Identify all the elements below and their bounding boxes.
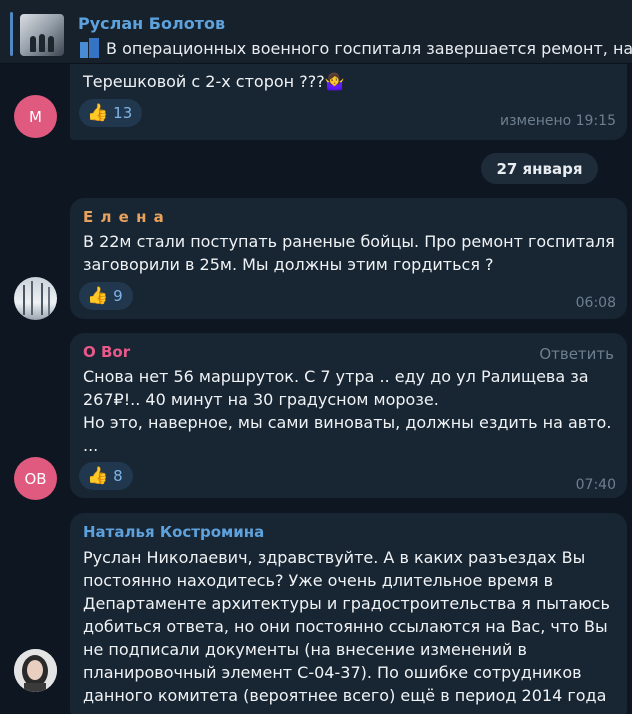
sender-name[interactable]: O Bor [83, 343, 130, 361]
message-time: изменено 19:15 [500, 113, 616, 129]
thumbs-up-icon: 👍 [87, 102, 109, 123]
message-text-line: В 22м стали поступать раненые бойцы. Про… [83, 232, 615, 251]
pinned-message-thumbnail [20, 14, 64, 56]
reaction-count: 13 [113, 104, 133, 122]
message-bubble[interactable]: Е л е н а В 22м стали поступать раненые … [70, 198, 627, 319]
reply-button[interactable]: Ответить [539, 345, 614, 363]
avatar[interactable]: OB [14, 457, 57, 500]
message-bubble[interactable]: Терешковой с 2-х сторон ???🤷‍♀️ 👍 13 изм… [70, 64, 627, 140]
message-text-line: Руслан Николаевич, здравствуйте. А в как… [83, 548, 586, 567]
user-photo-image [14, 649, 57, 692]
sender-name[interactable]: Е л е н а [83, 208, 165, 226]
message-text-line: данного комитета (вероятнее всего) ещё в… [83, 686, 607, 705]
reaction-button[interactable]: 👍 13 [79, 99, 143, 127]
message-time: 06:08 [575, 295, 616, 311]
office-building-icon [78, 38, 100, 58]
thumbs-up-icon: 👍 [87, 465, 109, 486]
sender-name[interactable]: Наталья Костромина [83, 523, 264, 541]
message-text-line: 267₽!.. 40 минут на 30 градусном морозе. [83, 390, 439, 409]
message-text-line: планировочный элемент С-04-37). По ошибк… [83, 663, 582, 682]
avatar-initials: OB [24, 469, 47, 488]
message-text-line: Но это, наверное, мы сами виноваты, долж… [83, 413, 612, 432]
reaction-count: 8 [113, 467, 123, 485]
avatar-initials: M [29, 107, 42, 126]
message-text-line: ... [83, 436, 99, 455]
pinned-preview-text: В операционных военного госпиталя заверш… [106, 39, 632, 58]
message-time: 07:40 [575, 477, 616, 493]
snowy-forest-image [23, 281, 50, 315]
reaction-button[interactable]: 👍 8 [79, 462, 133, 490]
message-bubble[interactable]: O Bor Ответить Снова нет 56 маршруток. С… [70, 333, 627, 498]
pinned-sender-name: Руслан Болотов [78, 14, 226, 33]
pinned-message-bar[interactable]: Руслан Болотов В операционных военного г… [0, 0, 632, 64]
message-text-line: постоянно находитесь? Уже очень длительн… [83, 571, 554, 590]
pinned-message-preview: В операционных военного госпиталя заверш… [78, 38, 632, 58]
thumbs-up-icon: 👍 [87, 285, 109, 306]
avatar[interactable] [14, 649, 57, 692]
message-text-line: не подписали документы (на внесение изме… [83, 640, 527, 659]
date-separator: 27 января [481, 153, 598, 184]
message-text-line: добиться ответа, но они постоянно ссылаю… [83, 617, 608, 636]
message-bubble[interactable]: Наталья Костромина Руслан Николаевич, зд… [70, 513, 627, 714]
avatar[interactable]: M [14, 95, 57, 138]
reaction-count: 9 [113, 287, 123, 305]
pinned-accent-line [10, 12, 13, 56]
message-text-line: заговорили в 25м. Мы должны этим гордить… [83, 255, 494, 274]
message-text-line: Терешковой с 2-х сторон ???🤷‍♀️ [83, 72, 345, 91]
message-text-line: Снова нет 56 маршруток. С 7 утра .. еду … [83, 367, 589, 386]
message-text-line: Департаменте архитектуры и градостроител… [83, 594, 610, 613]
avatar[interactable] [14, 277, 57, 320]
reaction-button[interactable]: 👍 9 [79, 282, 133, 310]
